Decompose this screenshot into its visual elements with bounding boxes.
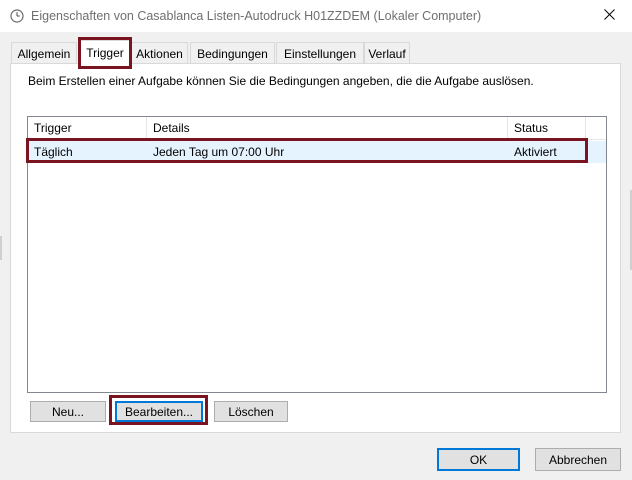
column-header-trigger[interactable]: Trigger xyxy=(28,117,147,139)
window-title: Eigenschaften von Casablanca Listen-Auto… xyxy=(31,9,482,23)
tab-trigger[interactable]: Trigger xyxy=(80,40,130,65)
tab-einstellungen[interactable]: Einstellungen xyxy=(276,42,364,64)
close-button[interactable] xyxy=(586,0,632,32)
ok-button[interactable]: OK xyxy=(437,448,520,471)
cancel-button[interactable]: Abbrechen xyxy=(535,448,621,471)
cell-details: Jeden Tag um 07:00 Uhr xyxy=(153,145,285,159)
new-button[interactable]: Neu... xyxy=(30,401,106,422)
column-header-details[interactable]: Details xyxy=(147,117,508,139)
trigger-panel: Beim Erstellen einer Aufgabe können Sie … xyxy=(10,63,621,433)
tab-bedingungen[interactable]: Bedingungen xyxy=(190,42,275,64)
edit-button[interactable]: Bearbeiten... xyxy=(115,401,203,422)
table-row[interactable]: Täglich Jeden Tag um 07:00 Uhr Aktiviert xyxy=(28,141,606,163)
column-header-status[interactable]: Status xyxy=(508,117,586,139)
trigger-list[interactable]: Trigger Details Status Täglich Jeden Tag… xyxy=(27,116,607,393)
cell-trigger: Täglich xyxy=(34,145,73,159)
tab-aktionen[interactable]: Aktionen xyxy=(131,42,188,64)
close-icon xyxy=(603,9,615,23)
clock-icon xyxy=(10,9,24,23)
title-bar: Eigenschaften von Casablanca Listen-Auto… xyxy=(0,0,632,32)
tab-allgemein[interactable]: Allgemein xyxy=(11,42,77,64)
delete-button[interactable]: Löschen xyxy=(214,401,288,422)
window-edge-left xyxy=(0,236,2,260)
tab-verlauf[interactable]: Verlauf xyxy=(364,42,410,64)
cell-status: Aktiviert xyxy=(514,145,557,159)
list-header: Trigger Details Status xyxy=(28,117,606,140)
panel-description: Beim Erstellen einer Aufgabe können Sie … xyxy=(28,74,534,88)
